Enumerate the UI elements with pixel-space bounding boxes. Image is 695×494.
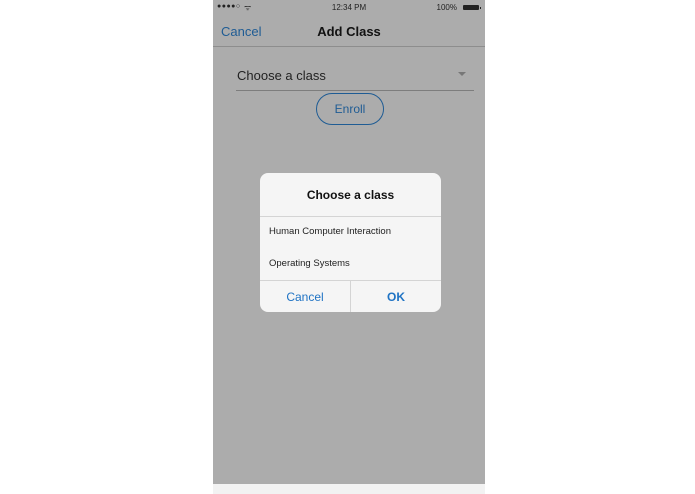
choose-class-dialog: Choose a class Human Computer Interactio… bbox=[260, 173, 441, 312]
option-human-computer-interaction[interactable]: Human Computer Interaction bbox=[260, 218, 441, 246]
navigation-bar: Cancel Add Class bbox=[213, 16, 485, 47]
option-label: Operating Systems bbox=[269, 258, 350, 269]
dialog-title: Choose a class bbox=[306, 188, 395, 202]
option-label: Human Computer Interaction bbox=[269, 226, 391, 237]
battery-percent: 100% bbox=[436, 3, 457, 12]
enroll-button[interactable]: Enroll bbox=[316, 93, 384, 125]
dialog-ok-button[interactable]: OK bbox=[351, 281, 441, 312]
option-operating-systems[interactable]: Operating Systems bbox=[260, 250, 441, 278]
dialog-cancel-button[interactable]: Cancel bbox=[260, 281, 350, 312]
chevron-down-icon bbox=[458, 72, 466, 76]
phone-screen: ●●●●○ ᯤ 12:34 PM 100% Cancel Add Class C… bbox=[213, 0, 485, 484]
class-select-value: Choose a class bbox=[237, 68, 326, 83]
bottom-strip bbox=[213, 484, 485, 494]
dialog-divider bbox=[260, 216, 441, 217]
battery-icon bbox=[463, 5, 481, 10]
class-select[interactable]: Choose a class bbox=[236, 60, 474, 91]
page-title: Add Class bbox=[317, 24, 381, 39]
status-bar: ●●●●○ ᯤ 12:34 PM 100% bbox=[213, 0, 485, 16]
dialog-actions: Cancel OK bbox=[260, 280, 441, 312]
